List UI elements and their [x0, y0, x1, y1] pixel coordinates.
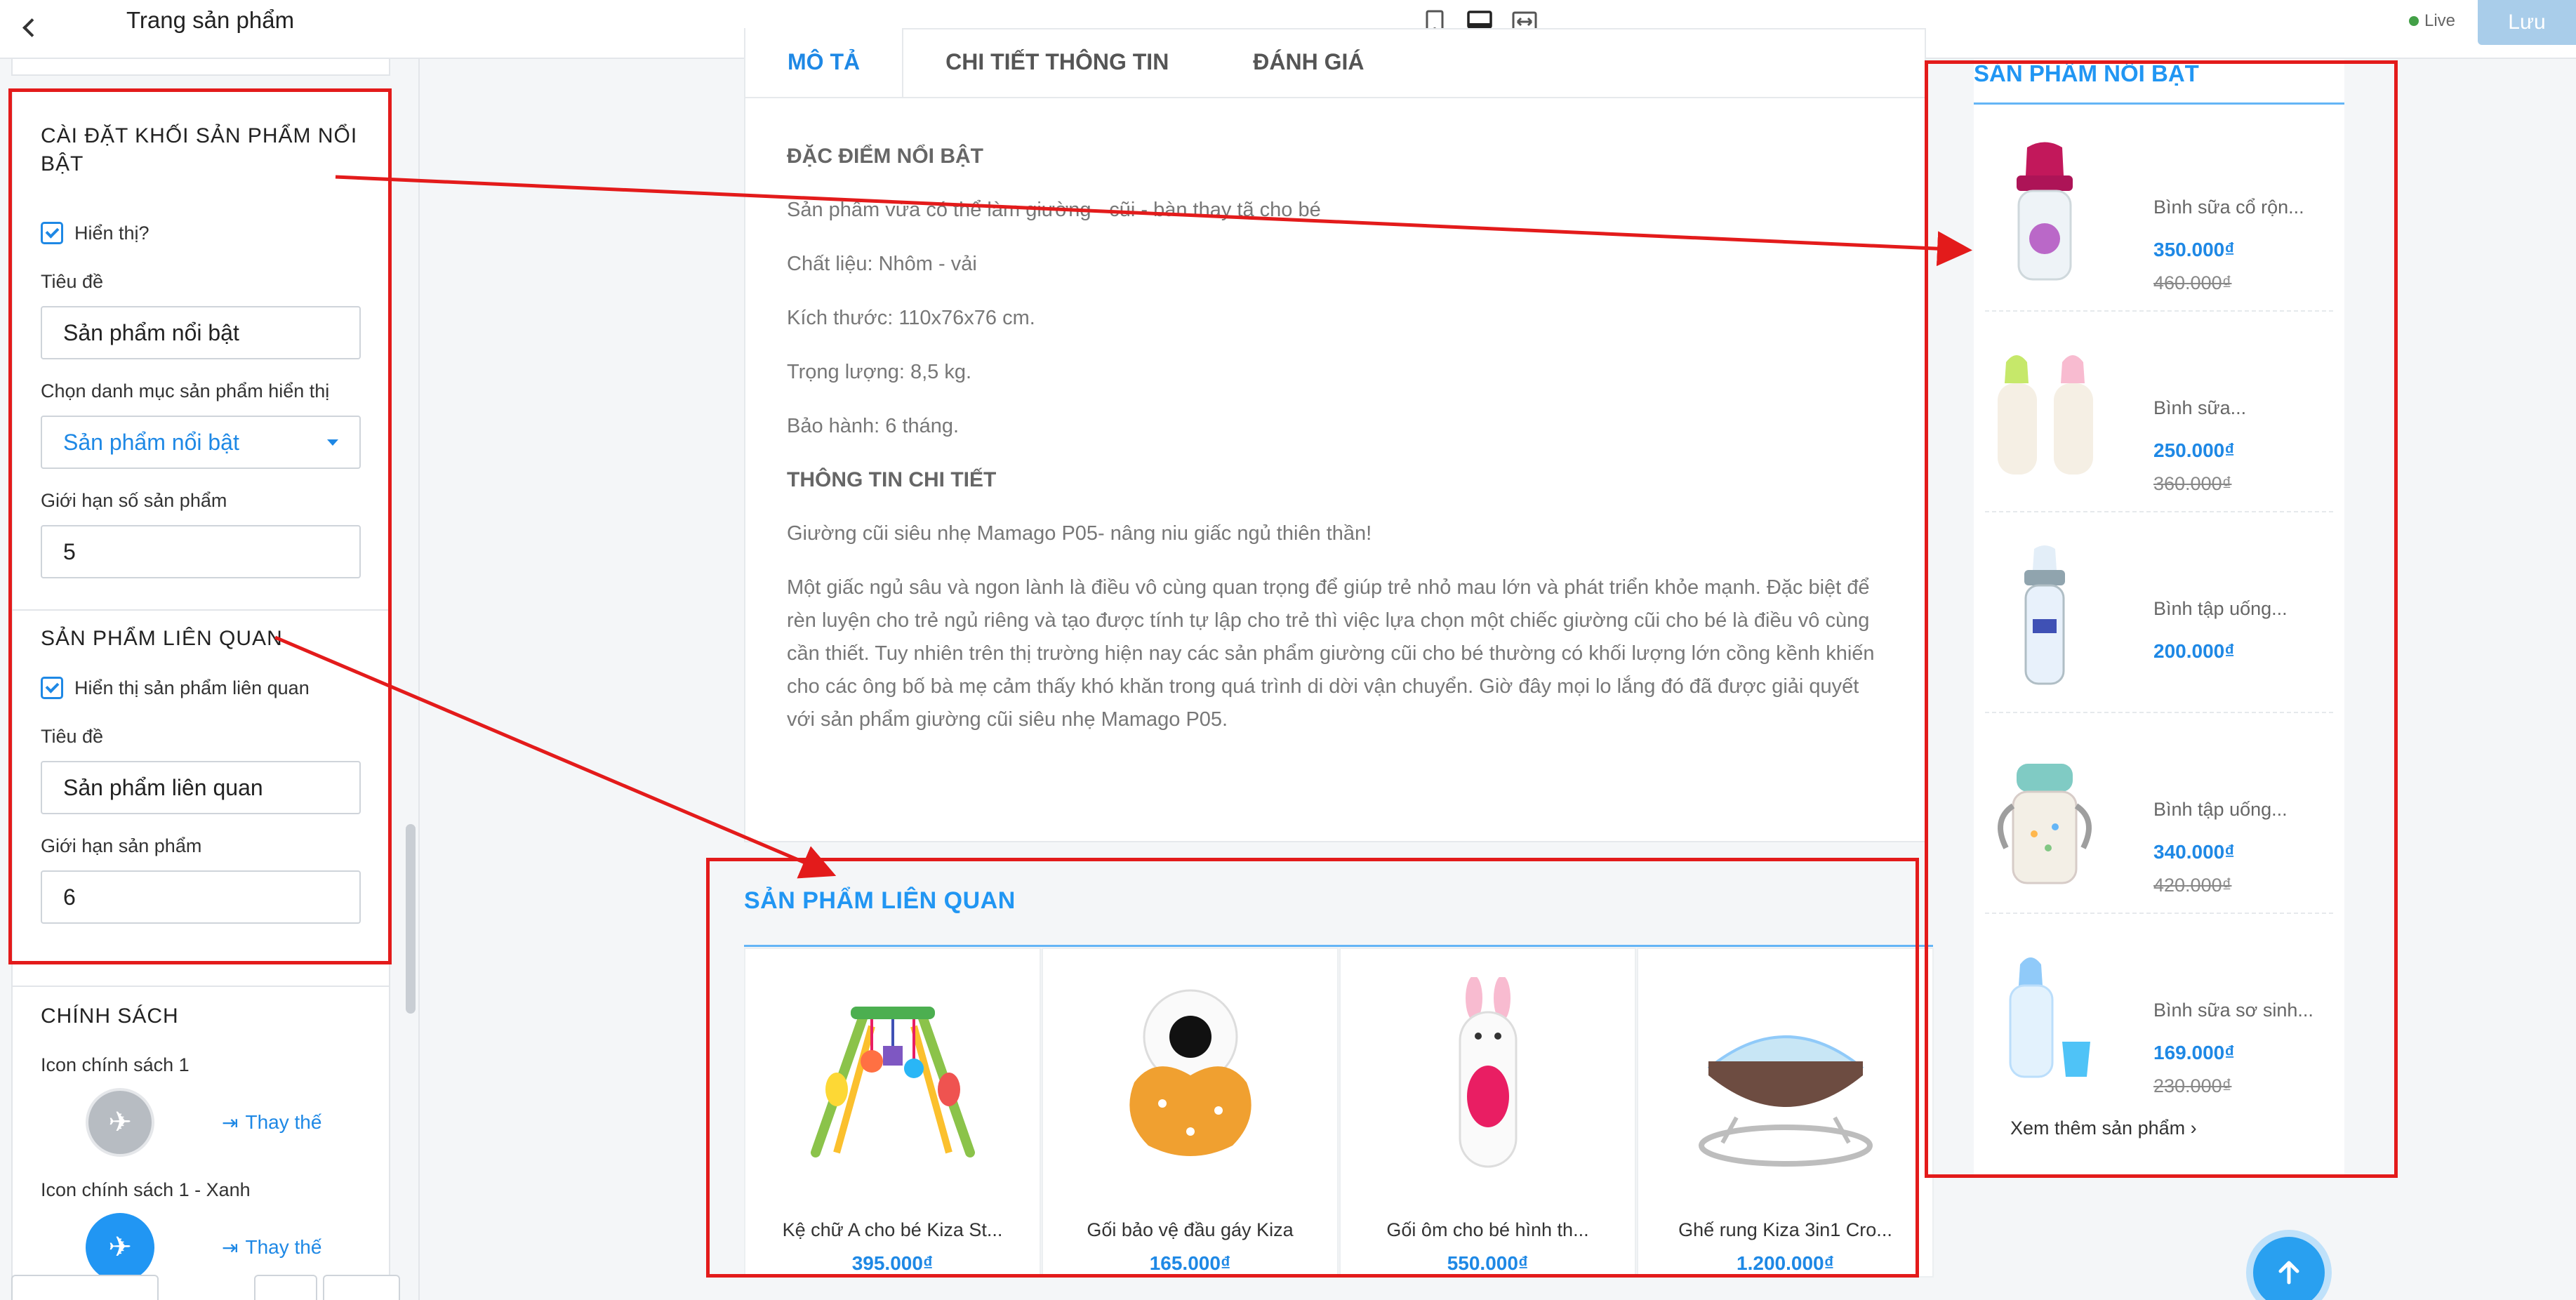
plane-blue-icon: ✈: [86, 1213, 154, 1282]
product-tabs: MÔ TẢ CHI TIẾT THÔNG TIN ĐÁNH GIÁ: [744, 28, 1407, 98]
annotation-box-settings: [8, 88, 392, 964]
plane-icon: ✈: [86, 1088, 154, 1157]
replace-icon: ⇥: [222, 1236, 239, 1259]
policy-icon1-row: ✈ ⇥ Thay thế: [86, 1088, 321, 1157]
description-heading-features: ĐẶC ĐIỂM NỔI BẬT: [787, 145, 983, 168]
description-line: Sản phẩm vừa có thể làm giường - cũi - b…: [787, 199, 1321, 221]
product-description: ĐẶC ĐIỂM NỔI BẬT Sản phẩm vừa có thể làm…: [787, 140, 1889, 758]
tabs-divider: [744, 97, 1926, 98]
policy-settings-card: CHÍNH SÁCH Icon chính sách 1 ✈ ⇥ Thay th…: [11, 986, 390, 1300]
policy-settings-title: CHÍNH SÁCH: [41, 1004, 179, 1028]
redo-button[interactable]: [323, 1275, 400, 1300]
tab-details[interactable]: CHI TIẾT THÔNG TIN: [903, 28, 1211, 98]
live-label: Live: [2424, 11, 2456, 30]
tab-reviews[interactable]: ĐÁNH GIÁ: [1211, 28, 1406, 98]
description-line: Chất liệu: Nhôm - vải: [787, 253, 977, 275]
panel-scrollbar[interactable]: [406, 824, 416, 1014]
undo-button[interactable]: [254, 1275, 317, 1300]
description-line: Trọng lượng: 8,5 kg.: [787, 361, 972, 383]
policy-icon1-blue-label: Icon chính sách 1 - Xanh: [41, 1179, 251, 1200]
description-line: Kích thước: 110x76x76 cm.: [787, 307, 1035, 329]
description-line: Bảo hành: 6 tháng.: [787, 415, 960, 437]
description-intro: Giường cũi siêu nhẹ Mamago P05- nâng niu…: [787, 522, 1372, 545]
back-arrow-icon[interactable]: [14, 10, 49, 45]
replace-icon1-blue-button[interactable]: ⇥ Thay thế: [222, 1236, 321, 1259]
annotation-box-featured: [1925, 60, 2398, 1178]
description-heading-details: THÔNG TIN CHI TIẾT: [787, 468, 997, 491]
bottom-left-button[interactable]: [11, 1275, 159, 1300]
policy-icon1-label: Icon chính sách 1: [41, 1054, 190, 1075]
save-button[interactable]: Lưu: [2478, 0, 2576, 45]
previous-card: [11, 59, 390, 76]
policy-icon1-blue-row: ✈ ⇥ Thay thế: [86, 1213, 321, 1282]
tab-description[interactable]: MÔ TẢ: [744, 28, 904, 98]
replace-label: Thay thế: [245, 1111, 322, 1133]
arrow-up-icon: [2278, 1261, 2299, 1285]
replace-icon1-button[interactable]: ⇥ Thay thế: [222, 1111, 321, 1134]
live-dot-icon: [2409, 16, 2419, 26]
replace-icon: ⇥: [222, 1111, 239, 1134]
description-paragraph: Một giấc ngủ sâu và ngon lành là điều vô…: [787, 576, 1875, 731]
scroll-top-button[interactable]: [2253, 1237, 2325, 1300]
live-status: Live: [2409, 11, 2455, 31]
annotation-box-related: [706, 858, 1919, 1278]
page-title: Trang sản phẩm: [126, 7, 295, 33]
replace-label: Thay thế: [245, 1236, 322, 1258]
